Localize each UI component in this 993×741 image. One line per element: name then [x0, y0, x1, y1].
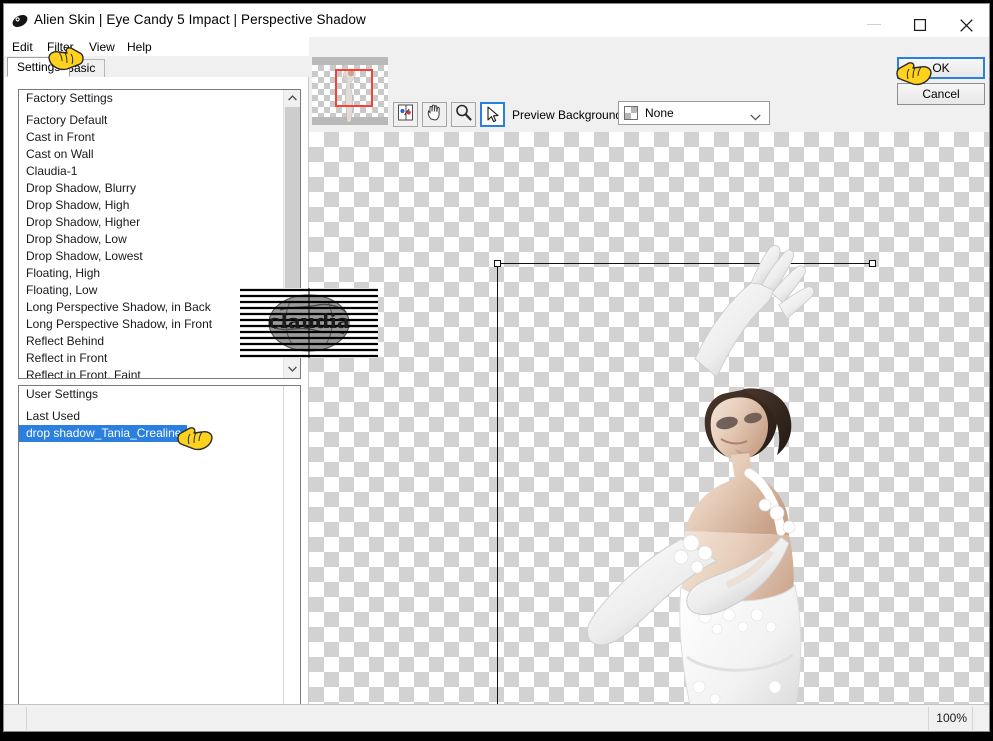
selection-handle-top-right[interactable] — [869, 260, 876, 267]
preview-background-swatch-icon — [624, 106, 638, 120]
chevron-down-icon — [750, 110, 761, 124]
status-divider — [26, 707, 27, 730]
preview-background-select[interactable]: None — [618, 101, 770, 125]
list-item[interactable]: Last Used — [19, 408, 283, 425]
list-item-selected[interactable]: drop shadow_Tania_Crealine — [19, 425, 188, 442]
list-item[interactable]: Reflect in Front — [19, 350, 283, 367]
list-item[interactable]: Drop Shadow, High — [19, 197, 283, 214]
scroll-down-icon[interactable] — [284, 361, 300, 378]
user-list-scrollbar[interactable] — [283, 386, 300, 731]
list-item[interactable]: Cast on Wall — [19, 146, 283, 163]
list-item[interactable]: Floating, Low — [19, 282, 283, 299]
list-item[interactable]: Floating, High — [19, 265, 283, 282]
user-settings-listbox[interactable]: User Settings Last Used drop shadow_Tani… — [18, 385, 301, 731]
settings-panel: Factory Settings Factory Default Cast in… — [4, 77, 309, 731]
list-item[interactable]: Cast in Front — [19, 129, 283, 146]
cancel-button[interactable]: Cancel — [897, 83, 985, 105]
hand-tool-icon[interactable] — [422, 102, 447, 127]
factory-list-scrollbar[interactable] — [283, 90, 300, 378]
color-picker-tool-icon[interactable] — [393, 102, 418, 127]
status-bar: 100% — [4, 704, 989, 731]
list-group-header: Factory Settings — [26, 91, 113, 105]
menu-item-filter[interactable]: Filter — [42, 39, 79, 55]
arrow-select-tool-icon[interactable] — [480, 102, 505, 127]
application-window: Alien Skin | Eye Candy 5 Impact | Perspe… — [3, 3, 990, 732]
user-settings-items: User Settings Last Used drop shadow_Tani… — [19, 386, 283, 731]
preview-area: Preview Background: None OK Cancel — [309, 37, 989, 704]
scrollbar-thumb[interactable] — [285, 107, 300, 315]
maximize-button[interactable] — [897, 4, 943, 35]
list-item[interactable]: Drop Shadow, Lowest — [19, 248, 283, 265]
navigator-thumbnail[interactable] — [312, 57, 388, 125]
close-button[interactable] — [943, 4, 989, 35]
minimize-button[interactable] — [851, 4, 897, 35]
menu-item-help[interactable]: Help — [122, 39, 157, 55]
preview-background-value: None — [645, 106, 674, 120]
scroll-up-icon[interactable] — [284, 90, 300, 107]
preview-background-label: Preview Background: — [512, 108, 626, 122]
status-divider — [928, 707, 929, 730]
list-item[interactable]: Reflect Behind — [19, 333, 283, 350]
list-item[interactable]: Long Perspective Shadow, in Front — [19, 316, 283, 333]
zoom-level-label: 100% — [936, 711, 967, 725]
list-item[interactable]: Reflect in Front, Faint — [19, 367, 283, 378]
factory-settings-listbox[interactable]: Factory Settings Factory Default Cast in… — [18, 89, 301, 379]
tab-settings[interactable]: Settings — [7, 57, 71, 77]
list-group-header: User Settings — [26, 387, 99, 401]
preview-canvas[interactable] — [309, 132, 989, 704]
zoom-tool-icon[interactable] — [451, 102, 476, 127]
status-divider — [972, 707, 973, 730]
app-icon — [11, 12, 29, 30]
window-title: Alien Skin | Eye Candy 5 Impact | Perspe… — [34, 12, 366, 27]
preview-figure-image — [586, 245, 815, 704]
list-item[interactable]: Factory Default — [19, 112, 283, 129]
list-item[interactable]: Drop Shadow, Blurry — [19, 180, 283, 197]
menu-item-edit[interactable]: Edit — [7, 39, 38, 55]
factory-settings-items: Factory Settings Factory Default Cast in… — [19, 90, 283, 378]
list-item[interactable]: Drop Shadow, Low — [19, 231, 283, 248]
menu-item-view[interactable]: View — [84, 39, 120, 55]
list-item[interactable]: Drop Shadow, Higher — [19, 214, 283, 231]
list-item[interactable]: Claudia-1 — [19, 163, 283, 180]
title-bar: Alien Skin | Eye Candy 5 Impact | Perspe… — [4, 4, 989, 38]
navigator-viewport-rect[interactable] — [335, 69, 373, 107]
list-item[interactable]: Long Perspective Shadow, in Back — [19, 299, 283, 316]
ok-button[interactable]: OK — [897, 57, 985, 79]
